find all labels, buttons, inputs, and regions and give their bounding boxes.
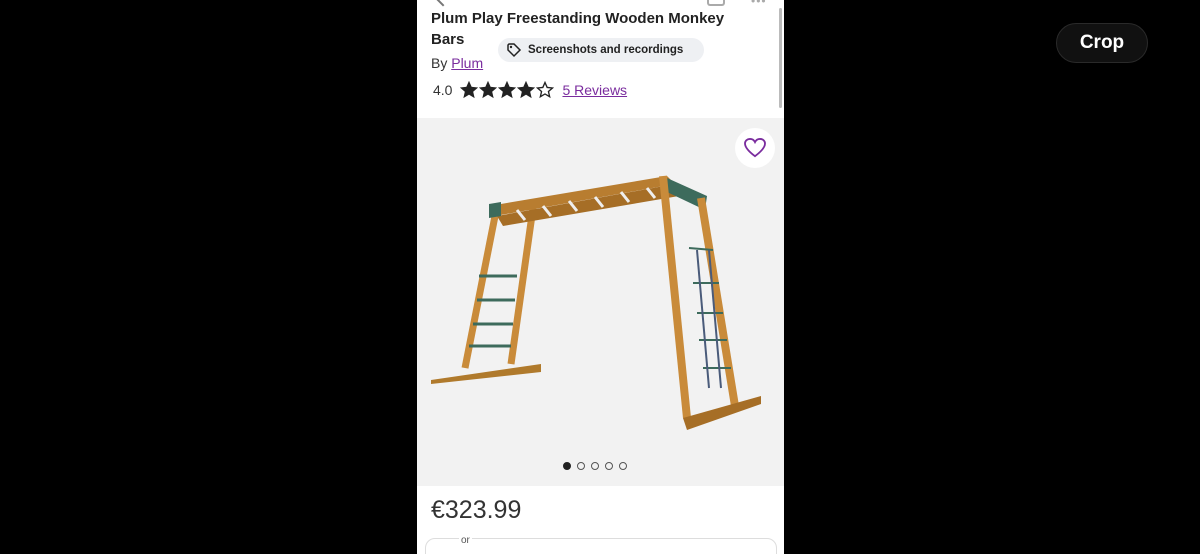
product-price: €323.99: [431, 496, 522, 524]
pill-label: Screenshots and recordings: [528, 44, 684, 56]
pagination-dot[interactable]: [591, 462, 599, 470]
reviews-link[interactable]: 5 Reviews: [562, 82, 627, 98]
crop-button[interactable]: Crop: [1056, 23, 1148, 63]
star-filled-icon: [498, 81, 517, 99]
or-label: or: [459, 535, 472, 546]
by-label: By: [431, 55, 448, 71]
tag-icon: [507, 43, 522, 58]
screenshots-recordings-pill[interactable]: Screenshots and recordings: [498, 38, 704, 62]
pagination-dot[interactable]: [605, 462, 613, 470]
rating-value: 4.0: [433, 82, 453, 98]
star-empty-icon: [536, 81, 555, 99]
pagination-dot[interactable]: [577, 462, 585, 470]
pagination-dot[interactable]: [619, 462, 627, 470]
brand-line: By Plum: [431, 55, 483, 71]
rating-row: 4.0 5 Reviews: [433, 81, 627, 99]
rating-stars: [460, 81, 555, 99]
product-image-gallery[interactable]: [417, 118, 784, 486]
product-image: [431, 175, 761, 430]
payment-options-card[interactable]: or: [425, 535, 777, 554]
brand-link[interactable]: Plum: [451, 55, 483, 71]
phone-screen: ••• Plum Play Freestanding Wooden Monkey…: [417, 0, 784, 554]
heart-icon: [744, 138, 766, 158]
favorite-button[interactable]: [735, 128, 775, 168]
scrollbar[interactable]: [779, 8, 782, 108]
pagination-dot[interactable]: [563, 462, 571, 470]
star-filled-icon: [460, 81, 479, 99]
gallery-pagination: [563, 462, 627, 470]
back-icon[interactable]: [434, 0, 452, 7]
cart-icon[interactable]: [707, 0, 725, 6]
star-filled-icon: [517, 81, 536, 99]
star-filled-icon: [479, 81, 498, 99]
more-icon[interactable]: •••: [751, 0, 767, 8]
